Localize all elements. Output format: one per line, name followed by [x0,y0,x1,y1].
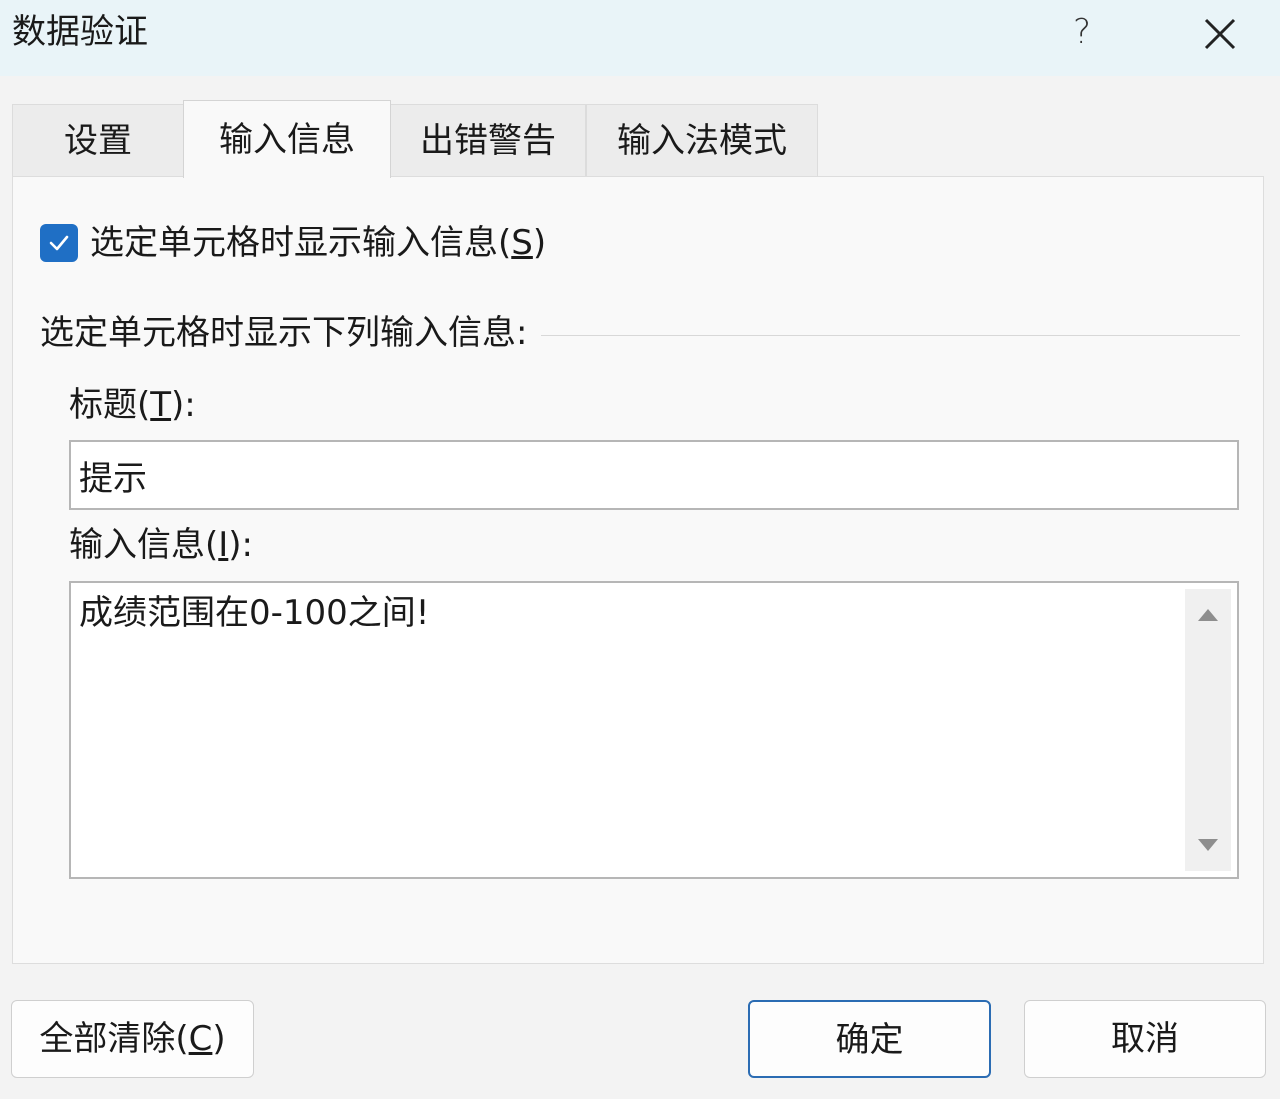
tab-settings[interactable]: 设置 [12,104,184,176]
tab-panel-input-message: 选定单元格时显示输入信息(S) 选定单元格时显示下列输入信息: 标题(T): 输… [12,176,1264,964]
title-label: 标题(T): [69,385,196,425]
title-bar: 数据验证 ? [0,0,1280,76]
help-button[interactable]: ? [1058,8,1106,56]
show-input-message-label: 选定单元格时显示输入信息(S) [90,223,547,263]
dialog-title: 数据验证 [12,12,148,52]
section-label: 选定单元格时显示下列输入信息: [40,313,528,353]
input-message-section-header: 选定单元格时显示下列输入信息: [40,311,1240,355]
cancel-button[interactable]: 取消 [1024,1000,1266,1078]
tab-input-message[interactable]: 输入信息 [183,100,391,178]
scroll-down-button[interactable] [1185,825,1231,865]
scroll-up-button[interactable] [1185,595,1231,635]
triangle-down-icon [1198,839,1218,851]
show-input-message-checkbox[interactable] [40,224,78,262]
tab-ime-mode[interactable]: 输入法模式 [586,104,818,176]
clear-all-button[interactable]: 全部清除(C) [11,1000,254,1078]
section-divider [541,334,1240,336]
close-icon [1204,18,1236,50]
title-input[interactable] [69,440,1239,510]
ok-button[interactable]: 确定 [748,1000,991,1078]
tab-bar: 设置 输入信息 出错警告 输入法模式 [12,100,1268,178]
checkmark-icon [49,235,69,251]
show-input-message-option[interactable]: 选定单元格时显示输入信息(S) [40,221,546,265]
triangle-up-icon [1198,609,1218,621]
close-button[interactable] [1192,6,1248,62]
message-input-box: 成绩范围在0-100之间! [69,581,1239,879]
message-scrollbar[interactable] [1185,589,1231,871]
message-input[interactable]: 成绩范围在0-100之间! [71,583,1181,877]
tab-error-alert[interactable]: 出错警告 [390,104,586,176]
message-label: 输入信息(I): [69,525,254,565]
